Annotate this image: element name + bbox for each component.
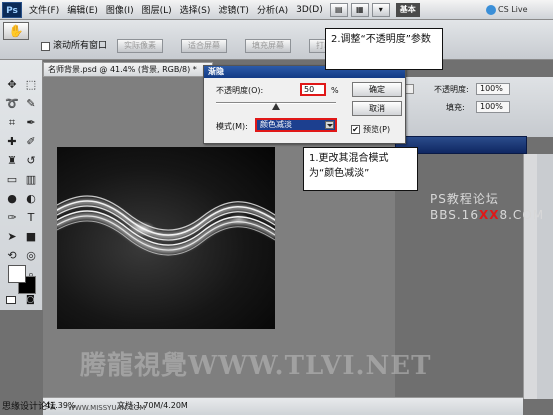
hand-tool-icon[interactable]: ✋	[3, 22, 29, 40]
shape-tool-icon[interactable]: ■	[22, 228, 40, 246]
dodge-tool-icon[interactable]: ◐	[22, 190, 40, 208]
lasso-tool-icon[interactable]: ➰	[3, 95, 21, 113]
layers-panel: 不透明度: 100% 填充: 100%	[395, 77, 553, 137]
history-brush-tool-icon[interactable]: ↺	[22, 152, 40, 170]
workspace-button[interactable]: 基本	[395, 2, 420, 17]
zoom-icon[interactable]: ▾	[371, 2, 390, 17]
callout-step-2: 2.调整“不透明度”参数	[325, 28, 443, 70]
panel-opacity-input[interactable]: 100%	[476, 83, 510, 95]
fill-screen-button[interactable]: 填充屏幕	[245, 39, 291, 53]
ok-button[interactable]: 确定	[352, 82, 402, 97]
view-extras-icon[interactable]: ▦	[350, 2, 369, 17]
menu-select[interactable]: 选择(S)	[176, 3, 215, 16]
panel-scrollbar[interactable]	[523, 154, 537, 399]
fade-dialog: 渐隐 不透明度(O): 50 % 模式(M): 颜色减淡 确定 取消 ✔ 预览(…	[203, 65, 406, 144]
photoshop-window: Ps 文件(F) 编辑(E) 图像(I) 图层(L) 选择(S) 滤镜(T) 分…	[0, 0, 553, 415]
opacity-label: 不透明度(O):	[216, 86, 264, 95]
eraser-tool-icon[interactable]: ▭	[3, 171, 21, 189]
panel-fill-input[interactable]: 100%	[476, 101, 510, 113]
clone-stamp-tool-icon[interactable]: ♜	[3, 152, 21, 170]
menu-file[interactable]: 文件(F)	[25, 3, 63, 16]
mode-select-value: 颜色减淡	[260, 120, 292, 129]
type-tool-icon[interactable]: T	[22, 209, 40, 227]
3d-rotate-tool-icon[interactable]: ⟲	[3, 247, 21, 265]
move-tool-icon[interactable]: ✥	[3, 76, 21, 94]
path-select-tool-icon[interactable]: ➤	[3, 228, 21, 246]
panel-opacity-label: 不透明度:	[434, 85, 469, 94]
percent-label: %	[331, 86, 339, 95]
panel-dock	[537, 154, 553, 399]
tlvi-watermark: 腾龍視覺WWW.TLVI.NET	[80, 351, 432, 381]
menu-filter[interactable]: 滤镜(T)	[214, 3, 253, 16]
chevron-down-icon	[325, 121, 334, 129]
gradient-tool-icon[interactable]: ▥	[22, 171, 40, 189]
opacity-input[interactable]: 50	[300, 83, 326, 96]
bridge-icon[interactable]: ▤	[329, 2, 348, 17]
bbs-suffix: 8.COM	[499, 208, 545, 222]
menu-analysis[interactable]: 分析(A)	[253, 3, 292, 16]
actual-pixels-button[interactable]: 实际像素	[117, 39, 163, 53]
menu-bar: Ps 文件(F) 编辑(E) 图像(I) 图层(L) 选择(S) 滤镜(T) 分…	[0, 0, 553, 20]
bbs-watermark: BBS.16XX8.COM	[430, 208, 544, 222]
mode-select[interactable]: 颜色减淡	[255, 118, 337, 132]
canvas[interactable]	[54, 147, 278, 329]
blur-tool-icon[interactable]: ●	[3, 190, 21, 208]
menu-layer[interactable]: 图层(L)	[138, 3, 176, 16]
scroll-all-label: 滚动所有窗口	[53, 41, 108, 51]
cs-live-icon	[486, 5, 496, 15]
menu-edit[interactable]: 编辑(E)	[63, 3, 102, 16]
missyuan-url-watermark: WWW.MISSYUAN.COM	[68, 404, 146, 412]
3d-orbit-tool-icon[interactable]: ◎	[22, 247, 40, 265]
document-tab[interactable]: 名师背景.psd @ 41.4% (背景, RGB/8) *	[43, 62, 213, 77]
menu-image[interactable]: 图像(I)	[102, 3, 138, 16]
preview-label: 预览(P)	[363, 125, 391, 134]
pen-tool-icon[interactable]: ✑	[3, 209, 21, 227]
brush-tool-icon[interactable]: ✐	[22, 133, 40, 151]
fit-screen-button[interactable]: 适合屏幕	[181, 39, 227, 53]
default-colors-icon[interactable]	[6, 296, 16, 304]
cs-live[interactable]: CS Live	[486, 3, 528, 17]
cs-live-label: CS Live	[498, 5, 528, 14]
cancel-button[interactable]: 取消	[352, 101, 402, 116]
opacity-slider-thumb[interactable]	[272, 103, 280, 110]
light-wave-image	[54, 195, 278, 256]
eyedropper-tool-icon[interactable]: ✒	[22, 114, 40, 132]
healing-brush-tool-icon[interactable]: ✚	[3, 133, 21, 151]
menu-3d[interactable]: 3D(D)	[292, 5, 327, 15]
quick-select-tool-icon[interactable]: ✎	[22, 95, 40, 113]
foreground-color-swatch[interactable]	[8, 265, 26, 283]
callout-step-1: 1.更改其混合模式为“颜色减淡”	[303, 147, 418, 191]
scroll-all-checkbox[interactable]	[41, 42, 50, 51]
panel-fill-label: 填充:	[446, 103, 465, 112]
bbs-red: XX	[478, 208, 500, 222]
missyuan-watermark: 思缘设计论坛	[2, 402, 57, 412]
bbs-prefix: BBS.16	[430, 208, 479, 222]
marquee-tool-icon[interactable]: ⬚	[22, 76, 40, 94]
crop-tool-icon[interactable]: ⌗	[3, 114, 21, 132]
mode-label: 模式(M):	[216, 122, 248, 131]
quick-mask-icon[interactable]: ◙	[26, 295, 35, 305]
ps-forum-watermark: PS教程论坛	[430, 192, 499, 206]
preview-checkbox[interactable]: ✔	[351, 125, 360, 134]
photoshop-logo: Ps	[2, 1, 22, 18]
